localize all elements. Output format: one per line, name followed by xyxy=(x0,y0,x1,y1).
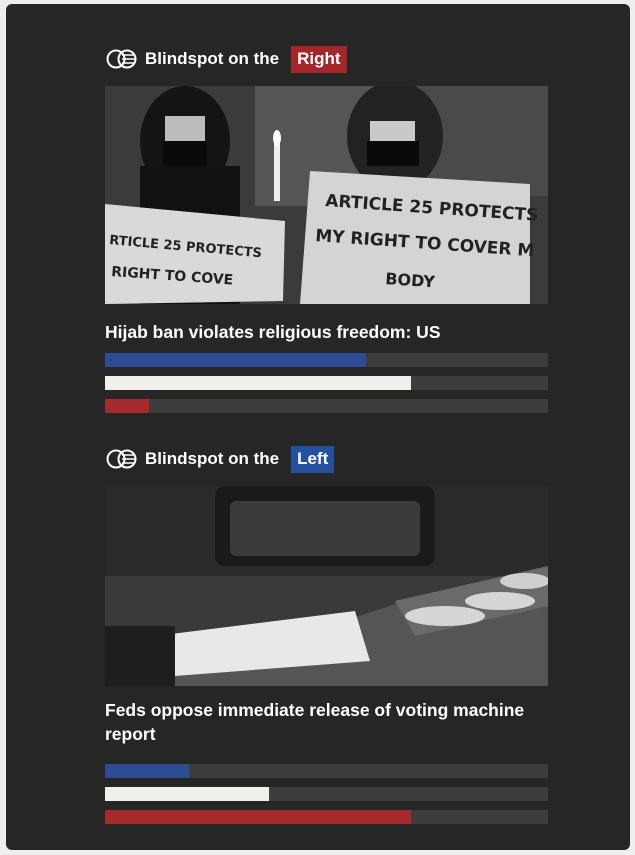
side-tag-left: Left xyxy=(291,445,335,473)
sign-right-line-3: BODY xyxy=(385,269,436,291)
bias-bar-right-fill xyxy=(105,399,150,413)
bias-bar-left xyxy=(105,764,548,778)
bias-bar-center xyxy=(105,787,548,801)
side-tag-right: Right xyxy=(291,45,347,73)
blindspot-card: Blindspot on the Right RTICLE 25 PROTECT… xyxy=(6,4,630,850)
protest-photo-icon: RTICLE 25 PROTECTS RIGHT TO COVE ARTICLE… xyxy=(105,86,548,304)
blindspot-header-text: Blindspot on the xyxy=(145,449,280,468)
blindspot-logo-icon xyxy=(105,448,139,470)
bias-bar-left-fill xyxy=(105,764,190,778)
voting-machine-photo-icon xyxy=(105,486,548,686)
bias-bar-center xyxy=(105,376,548,390)
blindspot-logo-icon xyxy=(105,48,139,70)
blindspot-left-section[interactable]: Blindspot on the Left Feds oppose immedi… xyxy=(105,444,548,834)
bias-bar-center-fill xyxy=(105,787,269,801)
bias-bar-right-fill xyxy=(105,810,411,824)
blindspot-right-section[interactable]: Blindspot on the Right RTICLE 25 PROTECT… xyxy=(105,44,548,414)
story-headline[interactable]: Feds oppose immediate release of voting … xyxy=(105,698,548,746)
story-image-protest[interactable]: RTICLE 25 PROTECTS RIGHT TO COVE ARTICLE… xyxy=(105,86,548,304)
bias-bar-left xyxy=(105,353,548,367)
bias-bar-right xyxy=(105,810,548,824)
bias-bar-center-fill xyxy=(105,376,411,390)
blindspot-header: Blindspot on the Right xyxy=(105,44,347,74)
story-headline[interactable]: Hijab ban violates religious freedom: US xyxy=(105,320,548,344)
blindspot-header-text: Blindspot on the xyxy=(145,49,280,68)
bias-bar-left-fill xyxy=(105,353,367,367)
bias-bar-right xyxy=(105,399,548,413)
story-image-voting-machine[interactable] xyxy=(105,486,548,686)
blindspot-header: Blindspot on the Left xyxy=(105,444,335,474)
